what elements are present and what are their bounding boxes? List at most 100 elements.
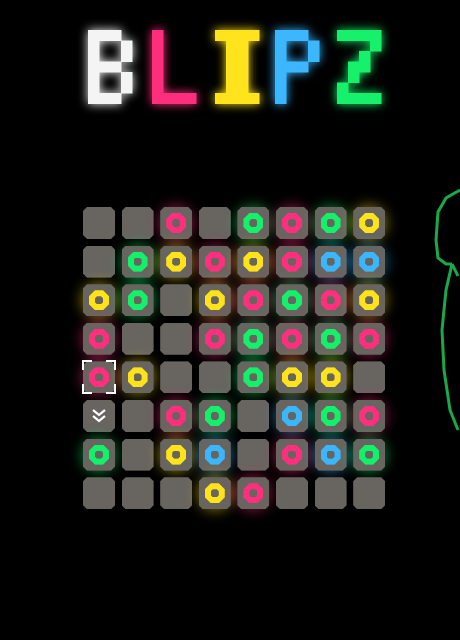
yellow-gem-icon (89, 290, 109, 311)
yellow-gem-icon (359, 213, 380, 233)
board-cell[interactable] (353, 361, 386, 394)
board-cell[interactable] (314, 361, 347, 394)
board-cell[interactable] (237, 245, 270, 278)
green-gem-icon (89, 444, 109, 465)
board-cell[interactable] (353, 477, 386, 510)
board-cell[interactable] (314, 284, 347, 317)
green-gem-icon (359, 444, 380, 465)
board-cell[interactable] (198, 207, 231, 239)
board-cell[interactable] (121, 207, 154, 239)
board-cell[interactable] (121, 322, 154, 355)
board-cell[interactable] (276, 284, 308, 317)
board-cell[interactable] (314, 245, 347, 278)
board-cell[interactable] (83, 284, 115, 317)
board-cell[interactable] (237, 438, 270, 471)
pink-gem-icon (282, 213, 302, 233)
board-cell[interactable] (160, 284, 193, 317)
board-cell[interactable] (314, 207, 347, 239)
board-cell[interactable] (353, 322, 386, 355)
yellow-gem-icon (204, 483, 225, 504)
board-cell[interactable] (160, 245, 193, 278)
green-gem-icon (320, 406, 341, 426)
board-cell[interactable] (198, 400, 231, 432)
board-cell[interactable] (276, 245, 308, 278)
board-cell[interactable] (314, 322, 347, 355)
board-cell[interactable] (198, 361, 231, 394)
board-cell[interactable] (83, 400, 115, 432)
cursor-corner (106, 360, 116, 371)
blue-gem-icon (204, 444, 225, 465)
board-cell[interactable] (83, 245, 115, 278)
board-cell[interactable] (83, 207, 115, 239)
game-board[interactable] (82, 206, 393, 517)
board-cell[interactable] (198, 284, 231, 317)
board-cell[interactable] (276, 438, 308, 471)
yellow-gem-icon (320, 367, 341, 388)
pink-gem-icon (204, 328, 225, 349)
board-cell[interactable] (198, 245, 231, 278)
green-gem-icon (127, 251, 148, 272)
pink-gem-icon (204, 251, 225, 272)
board-cell[interactable] (314, 438, 347, 471)
pink-gem-icon (89, 328, 109, 349)
board-cell[interactable] (237, 361, 270, 394)
board-cell[interactable] (276, 207, 308, 239)
board-cell[interactable] (276, 322, 308, 355)
board-cell[interactable] (353, 245, 386, 278)
board-cell[interactable] (83, 477, 115, 510)
board-cell[interactable] (121, 245, 154, 278)
board-cell[interactable] (160, 477, 193, 510)
board-cell[interactable] (353, 438, 386, 471)
pink-gem-icon (282, 328, 302, 349)
board-cell[interactable] (198, 438, 231, 471)
green-gem-icon (320, 213, 341, 233)
board-cell[interactable] (121, 477, 154, 510)
yellow-gem-icon (282, 367, 302, 388)
board-cell[interactable] (198, 322, 231, 355)
board-cell[interactable] (237, 284, 270, 317)
title-letter-l: L (152, 30, 197, 104)
board-cell[interactable] (121, 438, 154, 471)
board-cell[interactable] (276, 361, 308, 394)
board-cell[interactable] (160, 438, 193, 471)
board-cell[interactable] (353, 400, 386, 432)
game-title-logo: BLIPZ (0, 0, 460, 130)
board-cell[interactable] (353, 207, 386, 239)
board-cell[interactable] (160, 361, 193, 394)
board-cell[interactable] (237, 322, 270, 355)
board-cell[interactable] (160, 207, 193, 239)
board-cell[interactable] (276, 477, 308, 510)
board-cell[interactable] (198, 477, 231, 510)
board-cell[interactable] (353, 284, 386, 317)
pink-gem-icon (166, 213, 187, 233)
green-gem-icon (282, 290, 302, 311)
board-cell[interactable] (237, 477, 270, 510)
pink-gem-icon (243, 483, 264, 504)
board-cell[interactable] (83, 322, 115, 355)
board-cell[interactable] (83, 438, 115, 471)
yellow-gem-icon (243, 251, 264, 272)
board-cell[interactable] (237, 400, 270, 432)
board-cell[interactable] (276, 400, 308, 432)
board-cell[interactable] (237, 207, 270, 239)
pink-gem-icon (243, 290, 264, 311)
green-gem-icon (204, 406, 225, 426)
blue-gem-icon (320, 251, 341, 272)
board-cell[interactable] (121, 400, 154, 432)
board-cell[interactable] (314, 400, 347, 432)
pink-gem-icon (166, 406, 187, 426)
title-letter-p: P (275, 30, 320, 104)
green-gem-icon (243, 367, 264, 388)
pink-gem-icon (282, 251, 302, 272)
board-cell[interactable] (314, 477, 347, 510)
cursor-corner (82, 360, 92, 371)
yellow-gem-icon (359, 290, 380, 311)
board-cell[interactable] (160, 400, 193, 432)
yellow-gem-icon (127, 367, 148, 388)
green-gem-icon (320, 328, 341, 349)
board-cell[interactable] (160, 322, 193, 355)
board-cell[interactable] (121, 284, 154, 317)
selection-cursor (82, 360, 116, 395)
title-letter-b: B (88, 30, 133, 104)
board-cell[interactable] (121, 361, 154, 394)
